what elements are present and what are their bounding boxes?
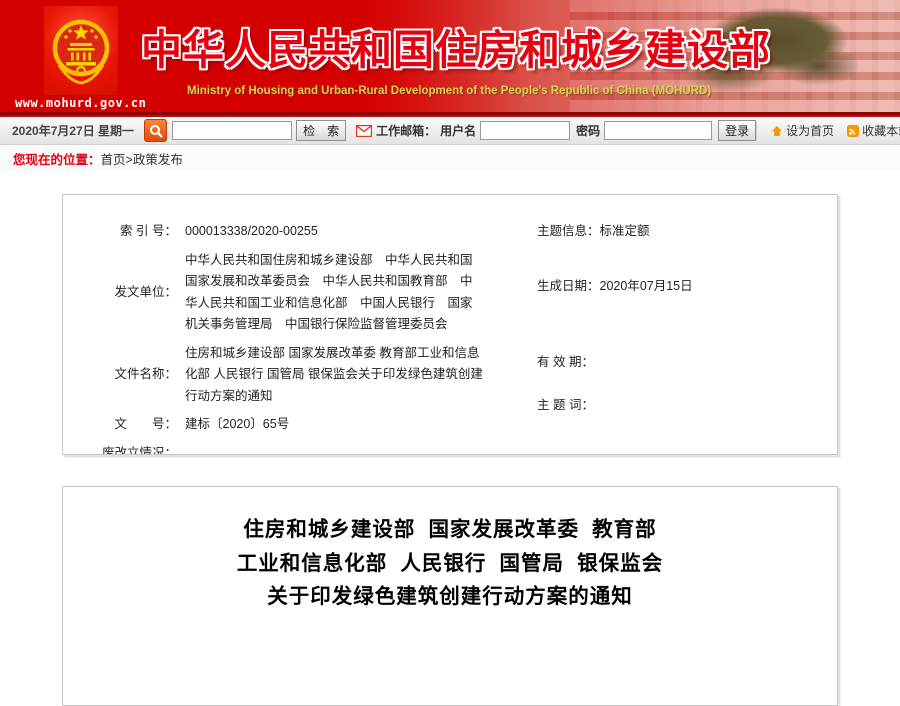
site-subtitle-en: Ministry of Housing and Urban-Rural Deve… xyxy=(187,85,711,97)
info-label: 主题信息： xyxy=(537,221,600,243)
set-homepage-label: 设为首页 xyxy=(786,122,834,139)
breadcrumb: 您现在的位置： 首页>政策发布 xyxy=(0,145,900,171)
home-icon xyxy=(771,125,783,137)
site-url: www.mohurd.gov.cn xyxy=(15,96,146,110)
info-label: 有 效 期： xyxy=(537,352,594,374)
breadcrumb-prefix: 您现在的位置： xyxy=(13,149,101,168)
username-label: 用户名 xyxy=(440,122,476,139)
search-button[interactable]: 检 索 xyxy=(296,120,346,141)
bookmark-rss-icon xyxy=(847,125,859,137)
info-row-subject-words: 主 题 词： xyxy=(537,395,817,417)
quick-links: 设为首页 收藏本站 xyxy=(756,122,900,140)
document-info-box: 索 引 号： 000013338/2020-00255 发文单位： 中华人民共和… xyxy=(62,194,838,455)
info-row-document-name: 文件名称： 住房和城乡建设部 国家发展改革委 教育部工业和信息化部 人民银行 国… xyxy=(67,343,507,408)
info-value: 住房和城乡建设部 国家发展改革委 教育部工业和信息化部 人民银行 国管局 银保监… xyxy=(185,343,483,408)
info-value: 2020年07月15日 xyxy=(600,276,693,298)
national-emblem-icon xyxy=(44,6,118,95)
info-label: 主 题 词： xyxy=(537,395,594,417)
search-icon-button[interactable] xyxy=(144,119,167,142)
info-row-index-number: 索 引 号： 000013338/2020-00255 xyxy=(67,221,507,243)
info-row-topic: 主题信息： 标准定额 xyxy=(537,221,817,243)
site-header: www.mohurd.gov.cn 中华人民共和国住房和城乡建设部 Minist… xyxy=(0,0,900,115)
bookmark-link[interactable]: 收藏本站 xyxy=(847,122,900,139)
info-value: 建标〔2020〕65号 xyxy=(185,414,483,436)
date-text: 2020年7月27日 星期一 xyxy=(12,122,134,139)
info-label: 文件名称： xyxy=(67,364,177,386)
info-value: 000013338/2020-00255 xyxy=(185,221,483,243)
info-label: 废改立情况： xyxy=(67,443,177,456)
document-title-line-3: 关于印发绿色建筑创建行动方案的通知 xyxy=(63,581,837,615)
info-label: 生成日期： xyxy=(537,276,600,298)
search-input[interactable] xyxy=(172,121,292,140)
document-title-line-2: 工业和信息化部 人民银行 国管局 银保监会 xyxy=(63,548,837,582)
info-value: 中华人民共和国住房和城乡建设部 中华人民共和国国家发展和改革委员会 中华人民共和… xyxy=(185,250,483,336)
info-row-validity: 有 效 期： xyxy=(537,352,817,374)
set-homepage-link[interactable]: 设为首页 xyxy=(771,122,834,139)
info-label: 文 号： xyxy=(67,414,177,436)
info-left-column: 索 引 号： 000013338/2020-00255 发文单位： 中华人民共和… xyxy=(63,195,507,455)
password-input[interactable] xyxy=(604,121,712,140)
password-label: 密码 xyxy=(576,122,600,139)
bookmark-label: 收藏本站 xyxy=(862,122,900,139)
info-label: 索 引 号： xyxy=(67,221,177,243)
breadcrumb-path[interactable]: 首页>政策发布 xyxy=(101,149,183,168)
info-row-repeal-status: 废改立情况： xyxy=(67,443,507,456)
site-title: 中华人民共和国住房和城乡建设部 xyxy=(141,16,771,76)
info-right-column: 主题信息： 标准定额 生成日期： 2020年07月15日 有 效 期： 主 题 … xyxy=(537,195,817,416)
info-label: 发文单位： xyxy=(67,282,177,304)
info-row-generated-date: 生成日期： 2020年07月15日 xyxy=(537,276,817,298)
info-row-issuing-units: 发文单位： 中华人民共和国住房和城乡建设部 中华人民共和国国家发展和改革委员会 … xyxy=(67,250,507,336)
search-icon xyxy=(149,124,163,138)
toolbar: 2020年7月27日 星期一 检 索 工作邮箱： 用户名 密码 登录 设为首页 xyxy=(0,115,900,145)
username-input[interactable] xyxy=(480,121,570,140)
mail-icon xyxy=(356,125,372,137)
document-title-line-1: 住房和城乡建设部 国家发展改革委 教育部 xyxy=(63,514,837,548)
mail-label: 工作邮箱： xyxy=(376,122,436,139)
document-body-box: 住房和城乡建设部 国家发展改革委 教育部 工业和信息化部 人民银行 国管局 银保… xyxy=(62,486,838,706)
info-value: 标准定额 xyxy=(600,221,650,243)
info-row-document-number: 文 号： 建标〔2020〕65号 xyxy=(67,414,507,436)
info-value xyxy=(185,443,483,456)
login-button[interactable]: 登录 xyxy=(718,120,756,141)
